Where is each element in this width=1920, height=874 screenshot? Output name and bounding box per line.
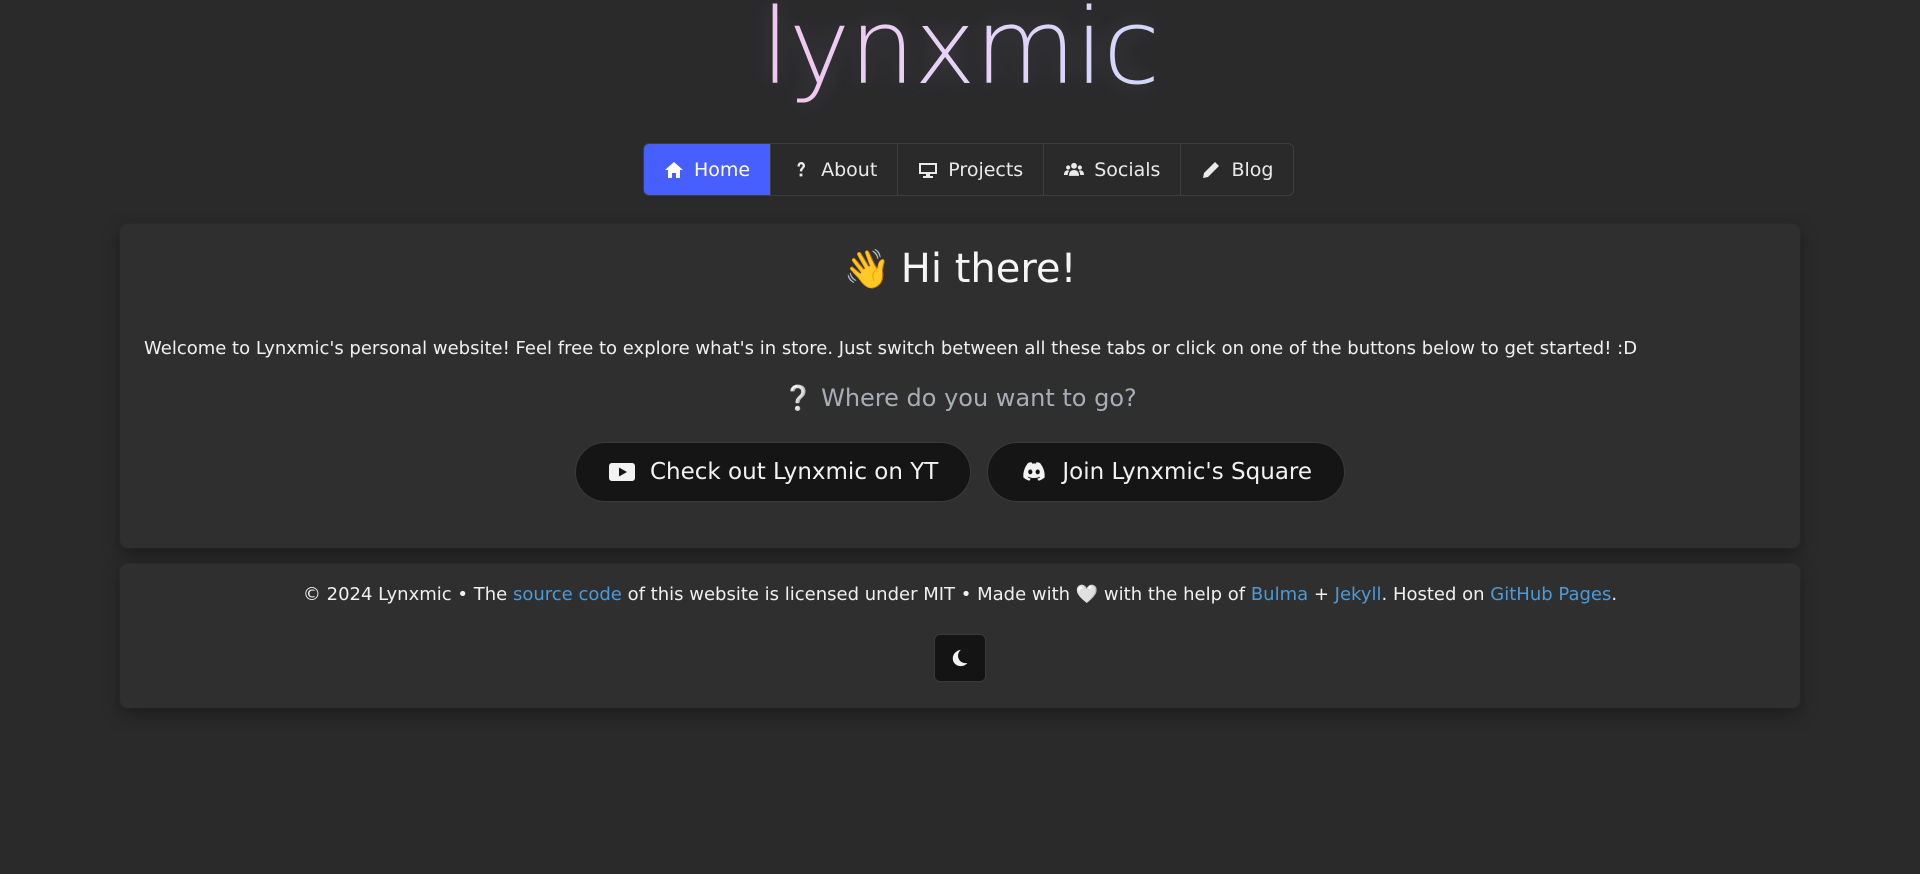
home-icon bbox=[665, 161, 683, 178]
logo-text: lynxmic bbox=[761, 0, 1160, 106]
site-logo[interactable]: lynxmic bbox=[0, 0, 1920, 118]
footer-text-3: with the help of bbox=[1098, 584, 1251, 605]
question-icon bbox=[797, 161, 806, 176]
desktop-icon bbox=[919, 162, 938, 178]
welcome-text: Welcome to Lynxmic's personal website! F… bbox=[144, 338, 1638, 359]
page-heading: 👋 Hi there! bbox=[120, 246, 1800, 292]
tab-socials[interactable]: Socials bbox=[1043, 144, 1180, 195]
jekyll-link[interactable]: Jekyll bbox=[1335, 584, 1382, 605]
youtube-button[interactable]: Check out Lynxmic on YT bbox=[574, 442, 972, 502]
tab-projects-label: Projects bbox=[948, 158, 1024, 181]
theme-toggle-button[interactable] bbox=[934, 634, 986, 682]
discord-icon bbox=[1023, 462, 1046, 481]
footer-credits: © 2024 Lynxmic • The source code of this… bbox=[120, 584, 1800, 605]
discord-button-label: Join Lynxmic's Square bbox=[1062, 459, 1313, 485]
footer-text-5: . bbox=[1611, 584, 1618, 605]
tab-home[interactable]: Home bbox=[644, 144, 771, 195]
tab-blog[interactable]: Blog bbox=[1180, 144, 1293, 195]
users-icon bbox=[1064, 162, 1085, 176]
heart-icon: 🤍 bbox=[1075, 584, 1099, 605]
main-card: 👋 Hi there! Welcome to Lynxmic's personal… bbox=[120, 224, 1800, 548]
source-code-link[interactable]: source code bbox=[513, 584, 622, 605]
tab-socials-label: Socials bbox=[1094, 158, 1161, 181]
footer-plus: + bbox=[1308, 584, 1335, 605]
moon-icon bbox=[952, 649, 968, 667]
heading-text: Hi there! bbox=[900, 246, 1077, 292]
nav-tabs: Home About Projects Socials Blog bbox=[643, 143, 1295, 196]
footer-text-1: © 2024 Lynxmic • The bbox=[302, 584, 513, 605]
tab-blog-label: Blog bbox=[1231, 158, 1274, 181]
youtube-button-label: Check out Lynxmic on YT bbox=[649, 459, 939, 485]
question-prompt: ❔ Where do you want to go? bbox=[120, 384, 1800, 412]
page: lynxmic Home About Projects Socials Blog… bbox=[0, 0, 1920, 874]
pencil-icon bbox=[1203, 161, 1220, 178]
tab-about[interactable]: About bbox=[770, 144, 897, 195]
footer-card: © 2024 Lynxmic • The source code of this… bbox=[120, 564, 1800, 708]
tab-about-label: About bbox=[821, 158, 878, 181]
footer-text-2: of this website is licensed under MIT • … bbox=[621, 584, 1076, 605]
tab-projects[interactable]: Projects bbox=[897, 144, 1043, 195]
question-mark-icon: ❔ bbox=[783, 384, 814, 412]
footer-text-4: . Hosted on bbox=[1381, 584, 1491, 605]
waving-hand-icon: 👋 bbox=[843, 247, 891, 291]
tab-home-label: Home bbox=[694, 158, 751, 181]
question-text: Where do you want to go? bbox=[821, 384, 1137, 412]
github-pages-link[interactable]: GitHub Pages bbox=[1490, 584, 1611, 605]
bulma-link[interactable]: Bulma bbox=[1251, 584, 1308, 605]
discord-button[interactable]: Join Lynxmic's Square bbox=[987, 442, 1346, 502]
cta-buttons: Check out Lynxmic on YT Join Lynxmic's S… bbox=[120, 442, 1800, 502]
youtube-icon bbox=[608, 463, 635, 481]
